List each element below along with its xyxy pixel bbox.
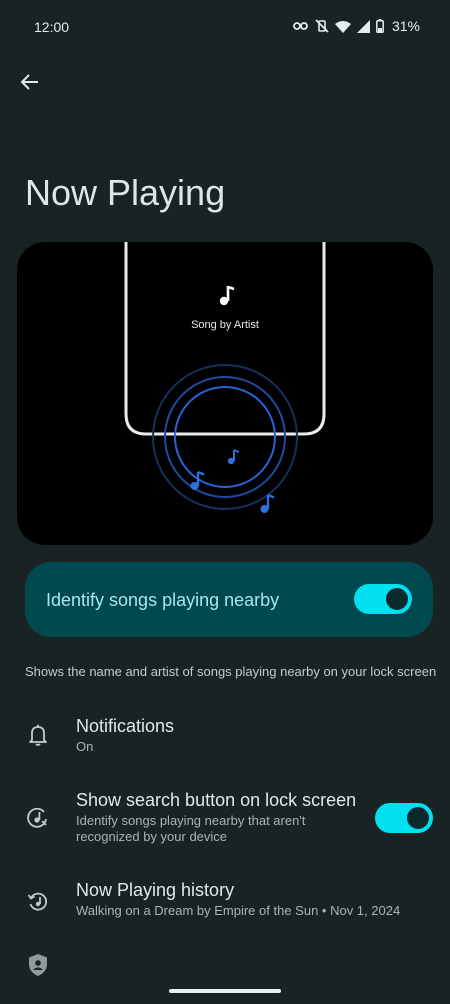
history-icon [25,888,51,914]
setting-privacy[interactable] [0,950,450,990]
show-search-toggle[interactable] [375,803,433,833]
feature-description: Shows the name and artist of songs playi… [25,664,437,679]
illustration-caption: Song by Artist [191,319,259,331]
bell-icon [25,722,51,748]
status-icons: 31% [293,18,420,34]
music-search-icon [25,804,51,830]
back-button[interactable] [14,68,46,100]
status-bar: 12:00 31% [0,0,450,56]
history-subtitle: Walking on a Dream by Empire of the Sun … [76,903,401,918]
notifications-title: Notifications [76,716,175,736]
privacy-shield-icon [25,952,51,978]
identify-songs-label: Identify songs playing nearby [46,590,280,610]
wifi-icon [334,20,351,33]
battery-percent: 31% [391,18,420,34]
show-search-subtitle-line2: recognized by your device [76,829,228,844]
toggle-knob [407,807,429,829]
setting-show-search-button[interactable]: Show search button on lock screen Identi… [0,788,450,858]
show-search-subtitle-line1: Identify songs playing nearby that aren'… [76,813,306,828]
signal-icon [356,19,370,33]
history-title: Now Playing history [76,880,235,900]
music-note-icon [219,285,235,306]
vpn-key-icon [293,20,309,32]
show-search-title: Show search button on lock screen [76,790,357,810]
identify-songs-switch-bar[interactable]: Identify songs playing nearby [25,562,433,637]
status-time: 12:00 [34,19,70,35]
page-title: Now Playing [25,172,226,213]
identify-songs-toggle[interactable] [354,584,412,614]
arrow-back-icon [20,72,40,97]
toggle-knob [386,588,408,610]
vibrate-off-icon [315,19,329,33]
setting-notifications[interactable]: Notifications On [0,714,450,774]
now-playing-illustration [17,242,433,545]
notifications-subtitle: On [76,739,94,754]
navigation-handle[interactable] [169,989,281,993]
setting-now-playing-history[interactable]: Now Playing history Walking on a Dream b… [0,878,450,928]
illustration-graphic [124,242,326,513]
battery-icon [376,19,384,33]
